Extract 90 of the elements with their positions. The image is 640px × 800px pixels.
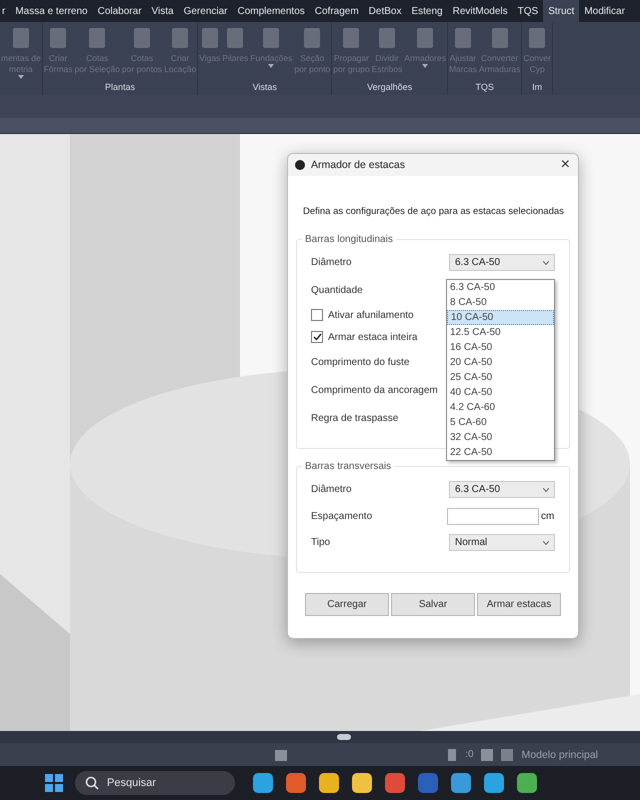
taskbar-app-icon[interactable] bbox=[450, 772, 472, 794]
menu-tab[interactable]: Colaborar bbox=[92, 0, 147, 22]
taskbar-app-icon[interactable] bbox=[318, 772, 340, 794]
dropdown-option[interactable]: 5 CA-60 bbox=[447, 415, 554, 430]
dialog-title: Armador de estacas bbox=[311, 159, 406, 171]
dropdown-option[interactable]: 25 CA-50 bbox=[447, 370, 554, 385]
field-label: Comprimento do fuste bbox=[311, 356, 410, 368]
menu-tab[interactable]: Struct bbox=[543, 0, 580, 22]
block-icon bbox=[304, 28, 320, 48]
field-label: Comprimento da ancoragem bbox=[311, 384, 438, 396]
checkbox[interactable] bbox=[311, 331, 323, 343]
block-icon bbox=[134, 28, 150, 48]
dropdown-option[interactable]: 8 CA-50 bbox=[447, 295, 554, 310]
panel-label: TQS bbox=[475, 82, 494, 94]
taskbar-app-icon[interactable] bbox=[483, 772, 505, 794]
taskbar-app-icon[interactable] bbox=[384, 772, 406, 794]
selection-count: :0 bbox=[465, 749, 474, 760]
block-icon bbox=[263, 28, 280, 48]
start-icon[interactable] bbox=[44, 773, 64, 793]
cube-icon[interactable] bbox=[274, 748, 288, 762]
menu-tab[interactable]: Modificar bbox=[579, 0, 630, 22]
dropdown-option[interactable]: 6.3 CA-50 bbox=[447, 280, 554, 295]
menu-tab[interactable]: Vista bbox=[146, 0, 179, 22]
block-icon bbox=[172, 28, 188, 48]
group-legend: Barras longitudinais bbox=[302, 234, 396, 245]
taskbar-app-icon[interactable] bbox=[351, 772, 373, 794]
dropdown-option[interactable]: 22 CA-50 bbox=[447, 445, 554, 460]
panel-label: Im bbox=[532, 82, 542, 94]
dropdown-option[interactable]: 10 CA-50 bbox=[447, 310, 554, 325]
block-icon bbox=[202, 28, 218, 48]
panel-label: Plantas bbox=[104, 82, 135, 94]
dropdown-option[interactable]: 40 CA-50 bbox=[447, 385, 554, 400]
menu-tab[interactable]: r bbox=[0, 0, 10, 22]
dropdown[interactable]: 6.3 CA-50 bbox=[449, 254, 555, 271]
dropdown-option[interactable]: 32 CA-50 bbox=[447, 430, 554, 445]
block-icon bbox=[89, 28, 106, 48]
dialog-button[interactable]: Salvar bbox=[391, 593, 475, 616]
block-icon bbox=[417, 28, 434, 48]
field-label: Tipo bbox=[311, 537, 330, 548]
block-icon bbox=[343, 28, 360, 48]
dropdown[interactable]: 6.3 CA-50 bbox=[449, 481, 555, 498]
dropdown-option[interactable]: 16 CA-50 bbox=[447, 340, 554, 355]
taskbar-app-icon[interactable] bbox=[285, 772, 307, 794]
menu-tab[interactable]: TQS bbox=[512, 0, 544, 22]
menu-tab[interactable]: Esteng bbox=[406, 0, 448, 22]
checkbox[interactable] bbox=[311, 309, 323, 321]
dropdown-option[interactable]: 4.2 CA-60 bbox=[447, 400, 554, 415]
dialog-button[interactable]: Armar estacas bbox=[477, 593, 561, 616]
taskbar-app-icon[interactable] bbox=[252, 772, 274, 794]
calendar-icon[interactable] bbox=[480, 748, 494, 762]
block-icon bbox=[12, 28, 29, 48]
dialog-button[interactable]: Carregar bbox=[305, 593, 389, 616]
panel-label: Vistas bbox=[252, 82, 277, 94]
block-icon bbox=[454, 28, 471, 48]
menu-tab[interactable]: RevitModels bbox=[448, 0, 513, 22]
field-label: Diâmetro bbox=[311, 484, 352, 495]
panel-label: Vergalhões bbox=[367, 82, 412, 94]
menu-tab[interactable]: Cofragem bbox=[310, 0, 364, 22]
checkbox-label: Ativar afunilamento bbox=[328, 310, 414, 320]
search-field[interactable]: Pesquisar bbox=[75, 771, 235, 795]
description-text: Defina as configurações de aço para as estacas selecionadas bbox=[303, 206, 565, 218]
chevron-icon bbox=[543, 488, 549, 492]
checkbox-label: Armar estaca inteira bbox=[328, 332, 418, 342]
field-label: Espaçamento bbox=[311, 510, 372, 522]
block-icon bbox=[529, 28, 546, 48]
block-icon bbox=[227, 28, 244, 48]
dropdown[interactable]: Normal bbox=[449, 534, 555, 551]
menu-tab[interactable]: Massa e terreno bbox=[10, 0, 93, 22]
taskbar-app-icon[interactable] bbox=[516, 772, 538, 794]
list-icon[interactable] bbox=[500, 748, 514, 762]
block-icon bbox=[492, 28, 508, 48]
block-icon bbox=[379, 28, 396, 48]
menu-tab[interactable]: Gerenciar bbox=[178, 0, 232, 22]
model-name: Modelo principal bbox=[522, 748, 598, 760]
app-icon bbox=[295, 160, 305, 170]
dropdown-option[interactable]: 20 CA-50 bbox=[447, 355, 554, 370]
menu-tab[interactable]: Complementos bbox=[232, 0, 310, 22]
block-icon bbox=[50, 28, 66, 48]
group-legend: Barras transversais bbox=[302, 461, 394, 472]
field-label: Regra de traspasse bbox=[311, 412, 398, 424]
field-label: Diâmetro bbox=[311, 257, 352, 268]
close-button[interactable]: × bbox=[558, 157, 572, 173]
chevron-icon bbox=[543, 260, 549, 264]
dropdown-option[interactable]: 12.5 CA-50 bbox=[447, 325, 554, 340]
menu-tab[interactable]: DetBox bbox=[364, 0, 406, 22]
field-label: Quantidade bbox=[311, 284, 363, 296]
input-field[interactable] bbox=[447, 508, 539, 524]
unit-label: cm bbox=[541, 510, 555, 522]
search-icon bbox=[85, 776, 99, 790]
chevron-icon bbox=[543, 540, 549, 544]
